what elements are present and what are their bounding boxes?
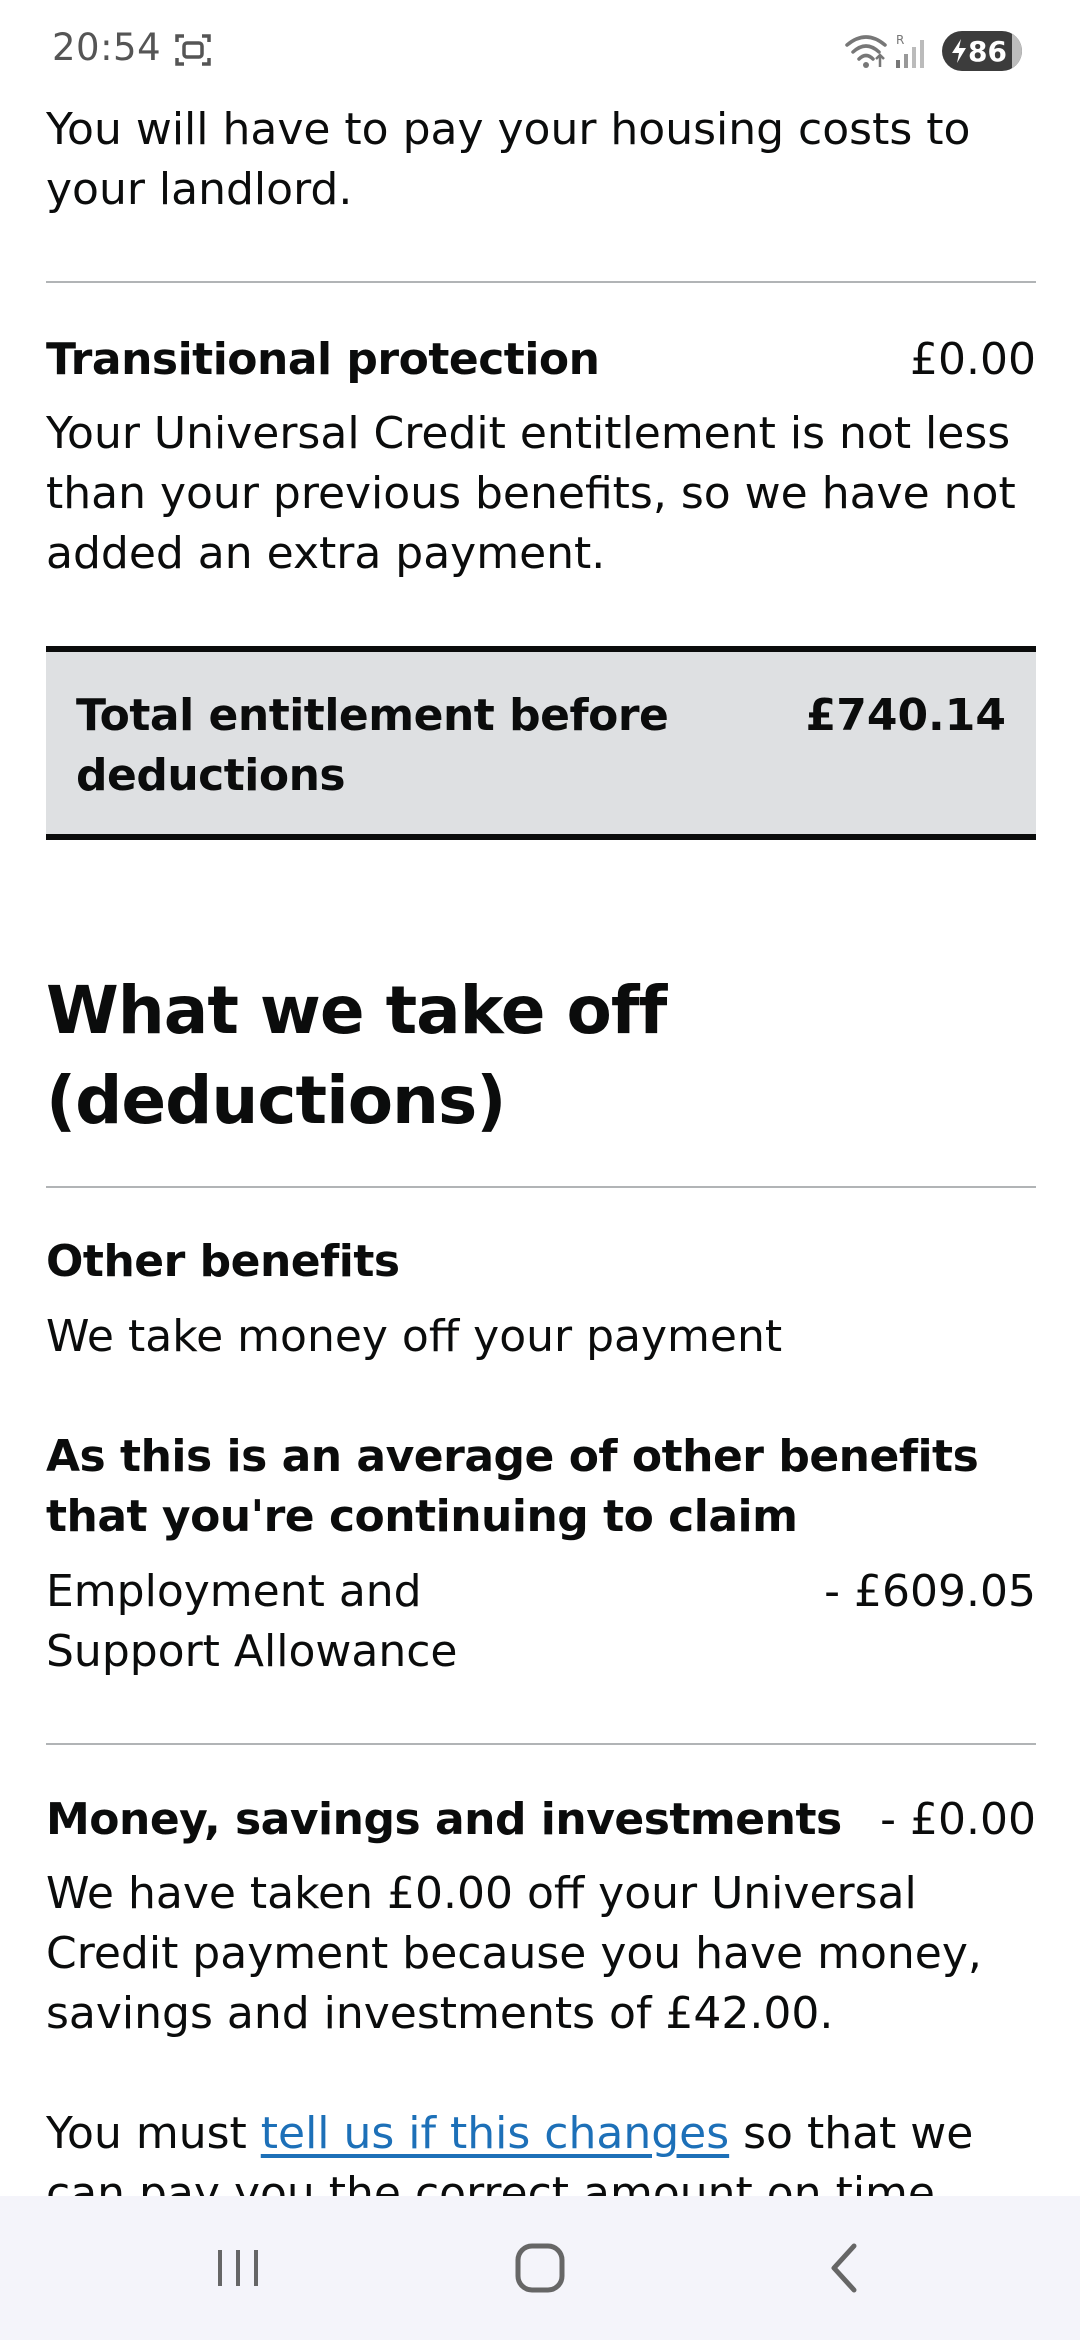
- transitional-protection-description-block: Your Universal Credit entitlement is not…: [46, 404, 1036, 584]
- signal-icon: R: [896, 33, 924, 68]
- status-icons: R 86: [844, 30, 1022, 72]
- wifi-icon: [845, 35, 887, 68]
- back-icon[interactable]: [804, 2238, 884, 2298]
- divider: [46, 1743, 1036, 1745]
- battery-level: 86: [968, 35, 1007, 68]
- other-benefits-description: We take money off your payment: [46, 1311, 783, 1362]
- total-entitlement-label: Total entitlement before deductions: [76, 690, 669, 801]
- savings-title: Money, savings and investments: [46, 1794, 842, 1845]
- savings-description: We have taken £0.00 off your Universal C…: [46, 1868, 982, 2039]
- deductions-heading: What we take off (deductions): [46, 972, 667, 1139]
- navigation-bar: [0, 2196, 1080, 2340]
- transitional-protection-row: Transitional protection £0.00: [46, 330, 1036, 390]
- other-benefits-title: Other benefits: [46, 1236, 400, 1287]
- esa-row: Employment and Support Allowance - £609.…: [46, 1562, 1036, 1682]
- recent-apps-icon[interactable]: [198, 2238, 278, 2298]
- total-entitlement-box: Total entitlement before deductions £740…: [46, 646, 1036, 840]
- housing-text: You will have to pay your housing costs …: [46, 104, 971, 215]
- battery-charging-icon: [952, 39, 966, 63]
- esa-amount: - £609.05: [824, 1566, 1036, 1617]
- housing-section: You will have to pay your housing costs …: [46, 100, 1036, 220]
- tell-us-if-this-changes-link[interactable]: tell us if this changes: [261, 2108, 729, 2159]
- divider: [46, 1186, 1036, 1188]
- savings-amount: - £0.00: [880, 1794, 1036, 1845]
- esa-label: Employment and Support Allowance: [46, 1566, 458, 1677]
- savings-row: Money, savings and investments - £0.00: [46, 1790, 1036, 1850]
- battery-indicator: 86: [942, 31, 1022, 71]
- divider: [46, 281, 1036, 283]
- other-benefits-section: Other benefits We take money off your pa…: [46, 1232, 1036, 1547]
- svg-text:R: R: [896, 33, 904, 47]
- total-entitlement-amount: £740.14: [805, 690, 1006, 741]
- savings-notice-before: You must: [46, 2108, 261, 2159]
- home-icon[interactable]: [500, 2238, 580, 2298]
- transitional-protection-amount: £0.00: [910, 334, 1036, 385]
- savings-description-block: We have taken £0.00 off your Universal C…: [46, 1864, 1036, 2044]
- transitional-protection-title: Transitional protection: [46, 334, 600, 385]
- transitional-protection-description: Your Universal Credit entitlement is not…: [46, 408, 1016, 579]
- screen: 20:54 R 86 You will have to pay your hou…: [0, 0, 1080, 2340]
- other-benefits-subheading: As this is an average of other benefits …: [46, 1431, 979, 1542]
- status-bar: 20:54 R 86: [0, 0, 1080, 100]
- screenshot-icon: [175, 34, 211, 66]
- status-time: 20:54: [52, 26, 162, 69]
